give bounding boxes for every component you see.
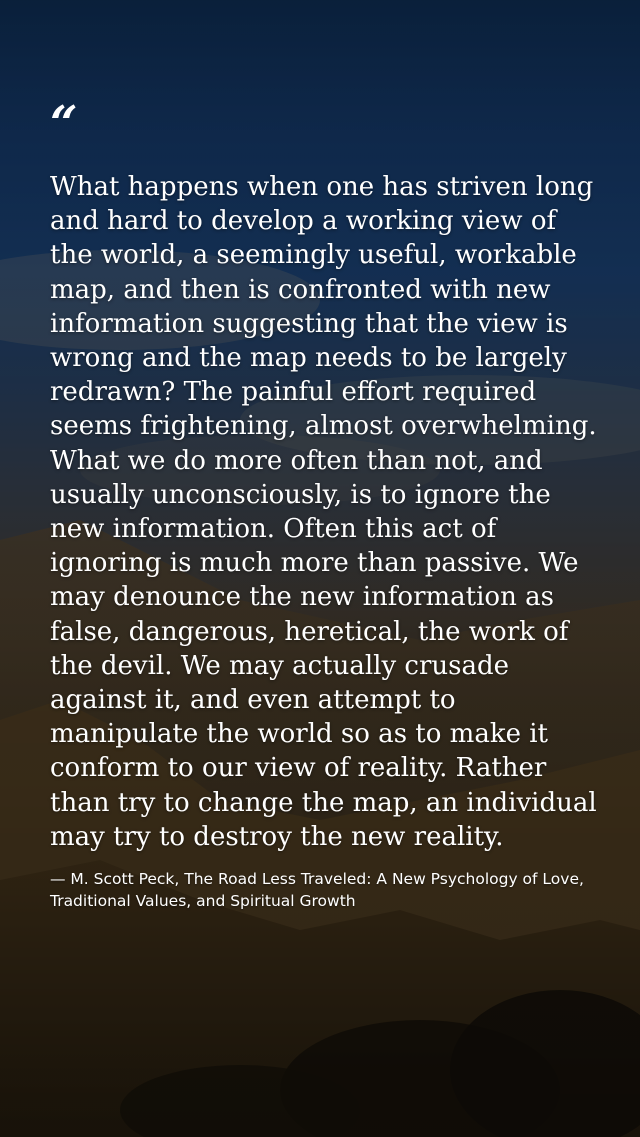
quote-block: “ What happens when one has striven long… bbox=[50, 100, 598, 912]
quote-text: What happens when one has striven long a… bbox=[50, 172, 597, 852]
quote-attribution: — M. Scott Peck, The Road Less Traveled:… bbox=[50, 870, 584, 911]
quote-wallpaper: “ What happens when one has striven long… bbox=[0, 0, 640, 1137]
quote-mark-icon: “ bbox=[50, 96, 78, 152]
